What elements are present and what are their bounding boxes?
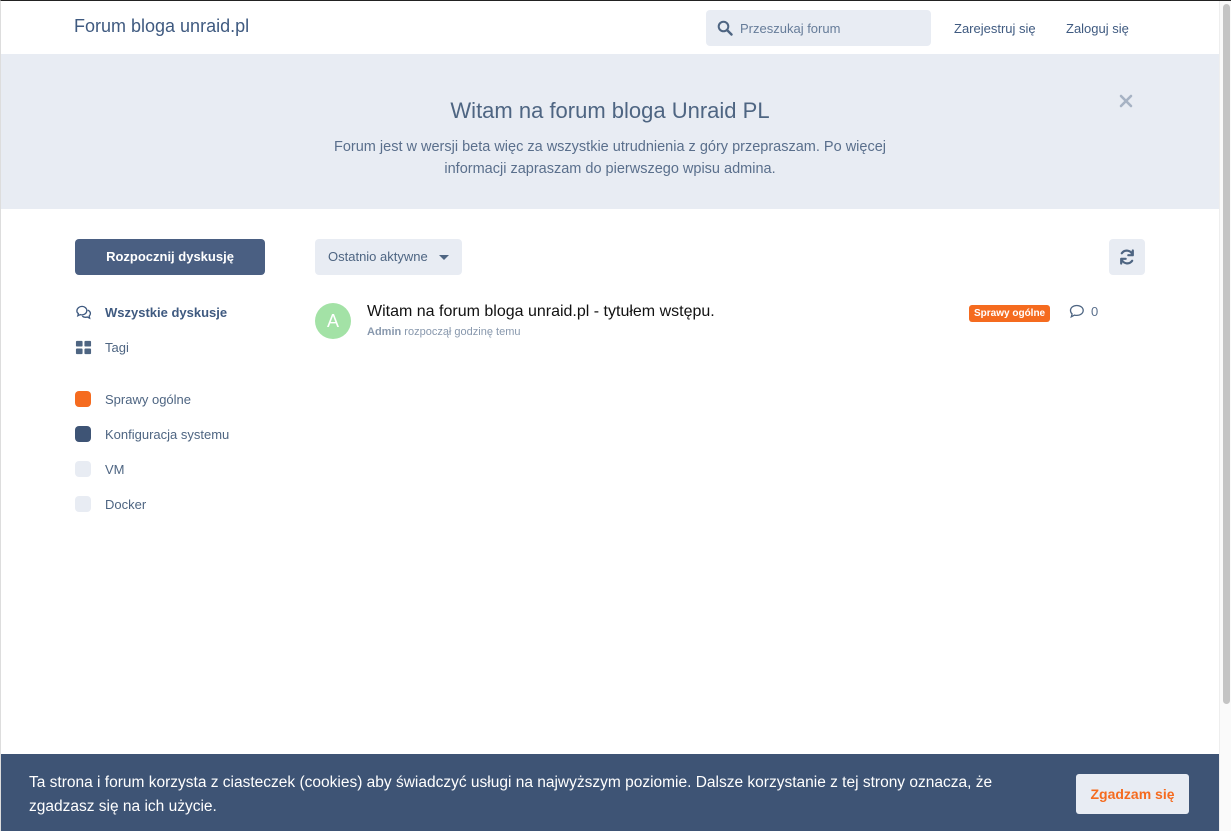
- discussion-time: rozpoczął godzinę temu: [404, 326, 521, 338]
- sidebar-tag-vm[interactable]: VM: [75, 459, 125, 479]
- search-input[interactable]: [740, 10, 926, 46]
- sidebar-tag-label: Docker: [105, 496, 147, 512]
- close-icon[interactable]: [1118, 93, 1134, 109]
- sidebar-item-all-discussions[interactable]: Wszystkie dyskusje: [75, 302, 227, 322]
- search-icon: [717, 20, 733, 36]
- comments-icon: [76, 305, 92, 319]
- refresh-icon: [1120, 249, 1134, 265]
- hero-text: Forum jest w wersji beta więc za wszystk…: [333, 139, 886, 177]
- brand-link[interactable]: Forum bloga unraid.pl: [74, 16, 249, 37]
- comment-icon: [1069, 304, 1084, 319]
- sidebar-item-label: Wszystkie dyskusje: [105, 304, 228, 320]
- sidebar-tag-sprawy-ogolne[interactable]: Sprawy ogólne: [75, 389, 191, 409]
- scrollbar-thumb[interactable]: [1223, 4, 1230, 704]
- sidebar-tag-label: VM: [105, 461, 125, 477]
- reply-count: 0: [1069, 304, 1098, 319]
- search-box[interactable]: [706, 10, 931, 46]
- avatar[interactable]: A: [315, 303, 351, 339]
- refresh-button[interactable]: [1109, 239, 1145, 275]
- discussion-title[interactable]: Witam na forum bloga unraid.pl - tytułem…: [367, 303, 715, 321]
- register-link[interactable]: Zarejestruj się: [954, 21, 1036, 36]
- tag-color-swatch: [75, 426, 91, 442]
- sort-label: Ostatnio aktywne: [328, 249, 428, 264]
- start-discussion-button[interactable]: Rozpocznij dyskusję: [75, 239, 265, 275]
- caret-down-icon: [439, 255, 449, 260]
- cookie-text: Ta strona i forum korzysta z ciasteczek …: [29, 774, 993, 815]
- sidebar-item-label: Tagi: [105, 339, 129, 355]
- tag-color-swatch: [75, 391, 91, 407]
- sidebar-tag-docker[interactable]: Docker: [75, 494, 146, 514]
- discussion-meta: Admin rozpoczął godzinę temu: [367, 326, 520, 338]
- discussion-author[interactable]: Admin: [367, 326, 401, 338]
- tag-badge[interactable]: Sprawy ogólne: [969, 305, 1051, 322]
- sidebar-tag-label: Sprawy ogólne: [105, 391, 191, 407]
- tag-color-swatch: [75, 461, 91, 477]
- scrollbar[interactable]: [1219, 1, 1231, 831]
- sidebar-item-tags[interactable]: Tagi: [75, 337, 129, 357]
- sort-dropdown[interactable]: Ostatnio aktywne: [315, 239, 462, 275]
- header: Forum bloga unraid.pl Zarejestruj się Za…: [1, 1, 1219, 54]
- accept-cookies-button[interactable]: Zgadzam się: [1076, 774, 1189, 814]
- login-link[interactable]: Zaloguj się: [1066, 21, 1129, 36]
- welcome-hero: Witam na forum bloga Unraid PL Forum jes…: [1, 54, 1219, 209]
- sidebar-tag-konfiguracja-systemu[interactable]: Konfiguracja systemu: [75, 424, 229, 444]
- grid-icon: [75, 340, 92, 354]
- reply-count-value: 0: [1091, 304, 1099, 319]
- hero-title: Witam na forum bloga Unraid PL: [450, 98, 770, 123]
- tag-color-swatch: [75, 496, 91, 512]
- sidebar-tag-label: Konfiguracja systemu: [105, 426, 230, 442]
- cookie-banner: Ta strona i forum korzysta z ciasteczek …: [1, 754, 1219, 831]
